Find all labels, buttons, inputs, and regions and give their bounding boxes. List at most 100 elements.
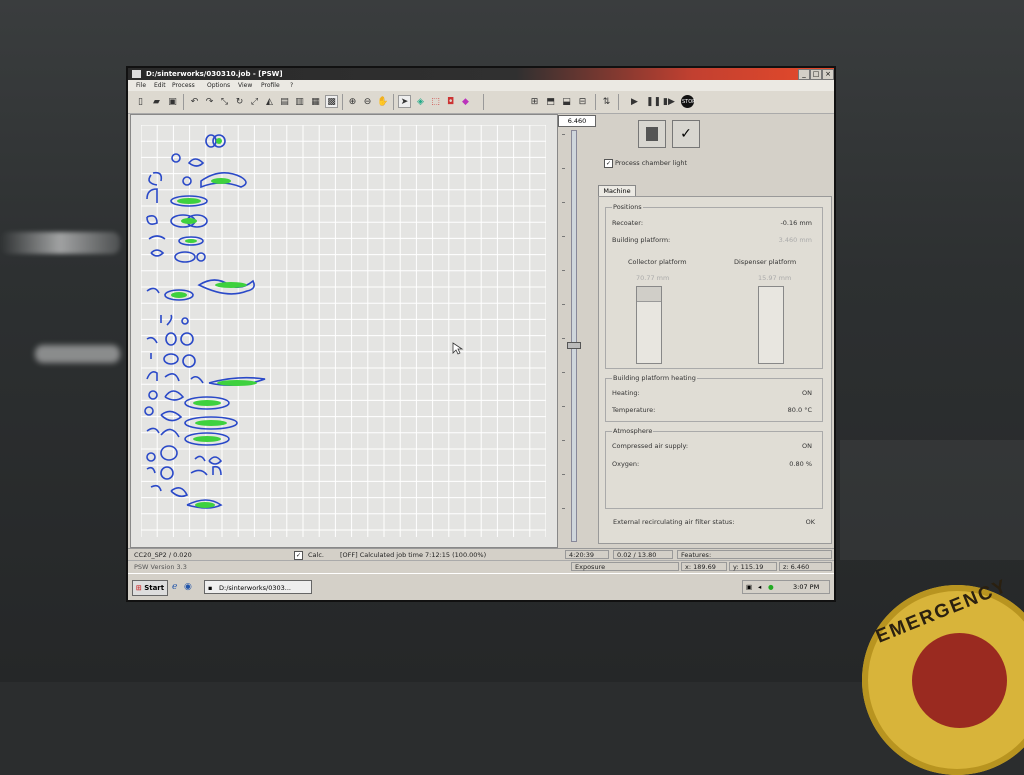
status-bar: CC20_SP2 / 0.020 ✓ Calc. [OFF] Calculate… <box>128 548 834 560</box>
menu-file[interactable]: File <box>136 80 146 91</box>
arrange-icon[interactable]: ▥ <box>293 95 306 108</box>
process-chamber-light-checkbox[interactable]: ✓ <box>604 159 613 168</box>
start-button[interactable]: ⊞ Start <box>132 580 168 596</box>
version-label: PSW Version 3.3 <box>134 563 187 571</box>
quick-launch-ie-icon[interactable]: ℯ <box>172 582 177 592</box>
clock[interactable]: 3:07 PM <box>793 581 819 594</box>
maximize-button[interactable]: □ <box>810 69 822 80</box>
taskbar-app-label: D:/sinterworks/0303... <box>219 584 291 592</box>
layer-bottom-icon[interactable]: ⊟ <box>576 95 589 108</box>
quick-launch-desktop-icon[interactable]: ◉ <box>184 582 192 592</box>
minimize-button[interactable]: _ <box>798 69 810 80</box>
layer-down-icon[interactable]: ⬓ <box>560 95 573 108</box>
select-pointer-icon[interactable]: ➤ <box>398 95 411 108</box>
menu-edit[interactable]: Edit <box>154 80 166 91</box>
save-icon[interactable]: ▣ <box>166 95 179 108</box>
part-outline <box>165 332 177 346</box>
layer-up-icon[interactable]: ⬒ <box>544 95 557 108</box>
security-icon[interactable]: ● <box>768 581 774 594</box>
windows-logo-icon: ⊞ <box>135 584 142 592</box>
part-outline <box>160 314 173 326</box>
layer-top-icon[interactable]: ⊞ <box>528 95 541 108</box>
machine-tab-content: Positions Recoater: -0.16 mm Building pl… <box>598 196 832 544</box>
layer-height-field[interactable]: 6.460 <box>558 115 596 127</box>
menu-options[interactable]: Options <box>207 80 230 91</box>
close-button[interactable]: × <box>822 69 834 80</box>
app-icon <box>132 70 141 78</box>
part-highlight <box>195 502 215 508</box>
ruler-tick <box>562 270 565 271</box>
part-outline <box>146 452 156 462</box>
layer-slider-thumb[interactable] <box>567 342 581 349</box>
menu-help[interactable]: ? <box>290 80 293 91</box>
layer-slider[interactable] <box>567 130 581 542</box>
emergency-stop-knob[interactable] <box>912 633 1007 728</box>
calc-checkbox[interactable]: ✓ <box>294 551 303 560</box>
part-outline <box>160 466 174 480</box>
part-outline <box>190 375 204 384</box>
screen-glare <box>35 345 120 363</box>
build-area-grid[interactable] <box>130 114 558 548</box>
collector-platform-value: 70.77 mm <box>636 274 670 282</box>
align-icon[interactable]: ▤ <box>278 95 291 108</box>
time-display: 4:20:39 <box>565 550 609 559</box>
collector-platform-gauge <box>636 286 662 364</box>
select-color-icon[interactable]: ◈ <box>414 95 427 108</box>
temperature-label: Temperature: <box>612 406 656 414</box>
step-icon[interactable]: ⇅ <box>600 95 613 108</box>
stop-icon[interactable]: STOP <box>681 95 695 108</box>
zoom-out-icon[interactable]: ⊖ <box>361 95 374 108</box>
new-file-icon[interactable]: ▯ <box>134 95 147 108</box>
redo-icon[interactable]: ↷ <box>203 95 216 108</box>
speaker-icon[interactable]: ◂ <box>758 581 761 594</box>
collector-platform-label: Collector platform <box>628 258 687 266</box>
heating-title: Building platform heating <box>612 374 697 382</box>
collector-level <box>637 287 661 302</box>
calc-label: Calc. <box>308 551 324 559</box>
undo-icon[interactable]: ↶ <box>188 95 201 108</box>
grid-icon[interactable]: ▩ <box>325 95 338 108</box>
monitor-screen: D:/sinterworks/030310.job - [PSW] _ □ × … <box>126 66 836 602</box>
mirror-icon[interactable]: ◭ <box>263 95 276 108</box>
step-forward-icon[interactable]: ▮▶ <box>662 95 675 108</box>
zoom-in-icon[interactable]: ⊕ <box>346 95 359 108</box>
toolbar-separator <box>483 94 484 110</box>
compressed-air-label: Compressed air supply: <box>612 442 689 450</box>
move-icon[interactable]: ⤡ <box>218 95 231 108</box>
atmosphere-title: Atmosphere <box>612 427 654 435</box>
part-color-icon[interactable]: ◆ <box>459 95 472 108</box>
open-folder-icon[interactable]: ▰ <box>150 95 163 108</box>
part-outline <box>180 332 194 346</box>
select-area-icon[interactable]: ⬚ <box>429 95 442 108</box>
toolbar: ▯ ▰ ▣ ↶ ↷ ⤡ ↻ ⤢ ◭ ▤ ▥ ▦ ▩ ⊕ ⊖ ✋ ➤ ◈ ⬚ ◘ … <box>128 91 834 114</box>
label-icon[interactable]: ◘ <box>444 95 457 108</box>
screen-glare <box>0 232 120 254</box>
layer-ruler <box>562 128 566 543</box>
process-chamber-light-label: Process chamber light <box>615 159 688 167</box>
ruler-tick <box>562 338 565 339</box>
part-outline <box>174 251 196 263</box>
layer-progress: 0.02 / 13.80 <box>613 550 673 559</box>
part-outline <box>146 215 158 225</box>
chamber-view-button[interactable] <box>638 120 666 148</box>
layer-slider-track[interactable] <box>571 130 577 542</box>
pan-hand-icon[interactable]: ✋ <box>376 95 389 108</box>
status-bar-secondary: PSW Version 3.3 Exposure x: 189.69 y: 11… <box>128 560 834 572</box>
chamber-icon <box>646 127 658 141</box>
nesting-icon[interactable]: ▦ <box>309 95 322 108</box>
network-icon[interactable]: ▣ <box>746 581 752 594</box>
heating-label: Heating: <box>612 389 640 397</box>
play-icon[interactable]: ▶ <box>628 95 641 108</box>
menu-view[interactable]: View <box>238 80 252 91</box>
positions-title: Positions <box>612 203 643 211</box>
menu-profile[interactable]: Profile <box>261 80 280 91</box>
pause-icon[interactable]: ❚❚ <box>645 95 661 108</box>
menu-process[interactable]: Process <box>172 80 195 91</box>
building-platform-label: Building platform: <box>612 236 671 244</box>
build-platform-view[interactable] <box>141 125 546 537</box>
taskbar-app-psw[interactable]: ▪ D:/sinterworks/0303... <box>204 580 312 594</box>
scale-icon[interactable]: ⤢ <box>248 95 261 108</box>
title-bar[interactable]: D:/sinterworks/030310.job - [PSW] _ □ × <box>128 68 834 80</box>
rotate-icon[interactable]: ↻ <box>233 95 246 108</box>
light-confirm-button[interactable]: ✓ <box>672 120 700 148</box>
